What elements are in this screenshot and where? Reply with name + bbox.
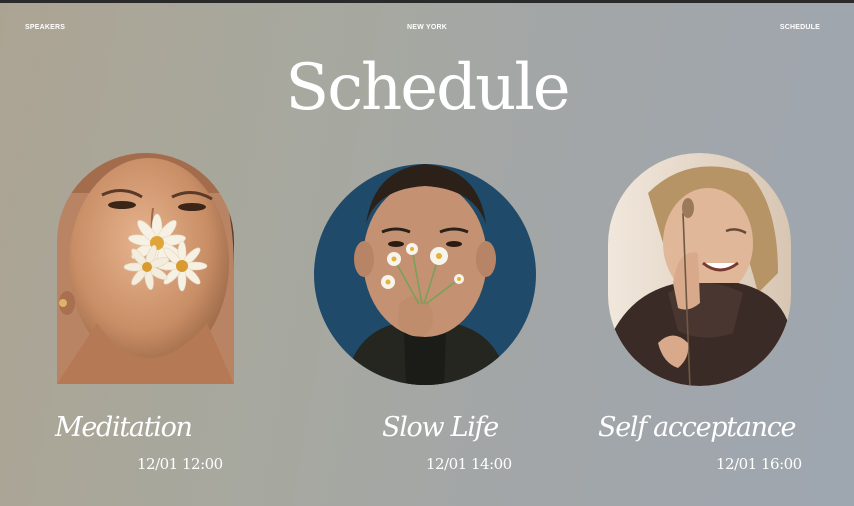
nav-schedule-link[interactable]: SCHEDULE [780,24,820,31]
woman-with-daisies-image [57,153,234,384]
session-title-self-acceptance[interactable]: Self acceptance [598,412,797,443]
session-title-meditation[interactable]: Meditation [55,412,193,443]
session-photo-meditation[interactable] [57,153,234,384]
session-time-self-acceptance: 12/01 16:00 [716,455,802,473]
man-holding-daisies-image [314,164,536,385]
session-photo-slow-life[interactable] [314,164,536,385]
laughing-woman-image [608,153,791,386]
page-title: Schedule [285,51,570,125]
session-title-slow-life[interactable]: Slow Life [382,412,499,443]
session-time-slow-life: 12/01 14:00 [426,455,512,473]
nav-location-label: NEW YORK [407,24,447,31]
top-border [0,0,854,3]
session-photo-self-acceptance[interactable] [608,153,791,386]
session-time-meditation: 12/01 12:00 [137,455,223,473]
